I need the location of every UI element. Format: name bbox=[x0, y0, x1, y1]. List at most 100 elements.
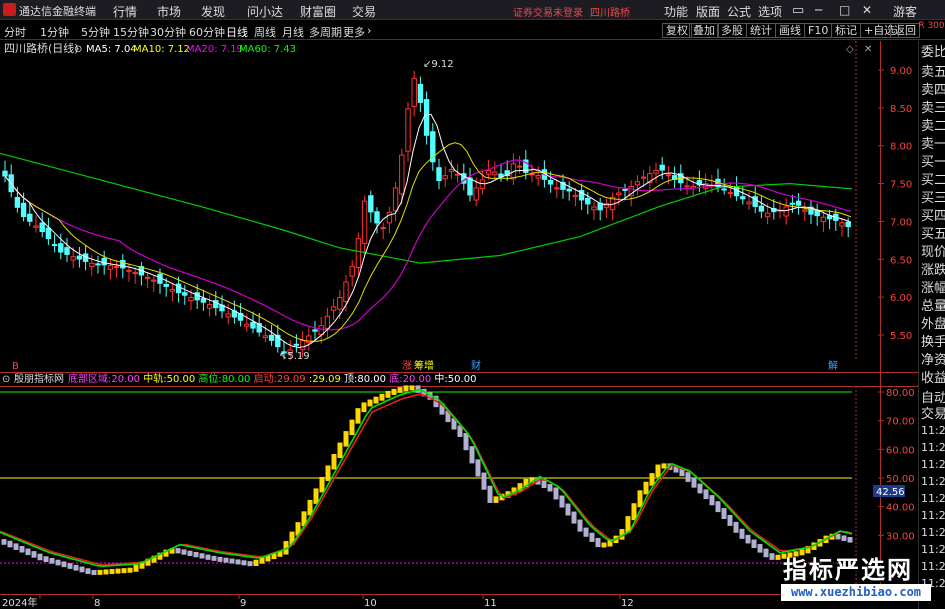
indicator-block bbox=[481, 472, 487, 490]
candle-body bbox=[293, 343, 300, 346]
marker-finance[interactable]: 财 bbox=[471, 359, 481, 372]
indicator-block bbox=[361, 402, 367, 413]
indicator-current-value: 42.56 bbox=[876, 487, 905, 498]
quote-sidebar: 委比 卖五 卖四 卖三 卖二 卖一 买一 买二 买三 买四 买五 现价 涨跌 涨… bbox=[918, 41, 945, 609]
indicator-block bbox=[403, 385, 409, 392]
indicator-block bbox=[133, 564, 139, 572]
indicator-red-line bbox=[0, 393, 853, 566]
chart-canvas[interactable]: 四川路桥(日线) ⊙ MA5: 7.04 MA10: 7.12 MA20: 7.… bbox=[0, 0, 918, 609]
indicator-block bbox=[367, 399, 373, 407]
marker-chip-increase[interactable]: 筹增 bbox=[414, 359, 434, 372]
x-tick-nov: 11 bbox=[484, 598, 497, 609]
indicator-block bbox=[247, 561, 253, 567]
indicator-block bbox=[49, 557, 55, 564]
candle-body bbox=[374, 211, 380, 224]
indicator-block bbox=[13, 543, 19, 550]
price-tick-label: 6.00 bbox=[890, 293, 912, 304]
indicator-block bbox=[73, 564, 79, 571]
indicator-block bbox=[739, 528, 745, 539]
indicator-block bbox=[55, 559, 61, 566]
indicator-block bbox=[7, 540, 13, 548]
indicator-block bbox=[571, 511, 577, 524]
indicator-block bbox=[61, 561, 67, 568]
indicator-block bbox=[253, 559, 259, 566]
indicator-block bbox=[355, 408, 361, 424]
ma60-label: MA60: 7.43 bbox=[239, 44, 296, 55]
indicator-block bbox=[589, 532, 595, 542]
indicator-params: 底部区域:20.00 中轨:50.00 高位:80.00 启动:29.09 :2… bbox=[68, 372, 476, 385]
indicator-block bbox=[127, 567, 133, 573]
candle-body bbox=[126, 269, 132, 272]
indicator-block bbox=[721, 508, 727, 519]
indicator-block bbox=[583, 527, 589, 537]
indicator-tick-label: 60.00 bbox=[886, 445, 915, 456]
indicator-tick-label: 50.00 bbox=[886, 474, 915, 485]
pane-close-icon[interactable]: ✕ bbox=[864, 44, 872, 55]
ma-toggle-icon[interactable]: ⊙ bbox=[74, 44, 82, 55]
marker-limit-up[interactable]: 涨 bbox=[402, 360, 412, 372]
indicator-block bbox=[205, 554, 211, 560]
indicator-block bbox=[343, 431, 349, 447]
candle-body bbox=[318, 325, 324, 336]
candle-body bbox=[27, 213, 33, 222]
price-tick-label: 9.00 bbox=[890, 66, 912, 77]
trade-toggle[interactable]: 交易 bbox=[921, 407, 945, 422]
ma5-line bbox=[4, 113, 852, 349]
candle-body bbox=[182, 292, 188, 296]
candle-body bbox=[423, 99, 430, 136]
indicator-block bbox=[541, 480, 547, 489]
label-turnover: 换手 bbox=[921, 335, 945, 350]
chart-title: 四川路桥(日线) bbox=[4, 41, 79, 55]
indicator-block bbox=[685, 472, 691, 482]
label-bid4: 买四 bbox=[921, 209, 945, 224]
app-window: { "app":{"name":"通达信金融终端","notice":"证券交易… bbox=[0, 0, 945, 609]
indicator-block bbox=[349, 419, 355, 436]
label-bid1: 买一 bbox=[921, 155, 945, 170]
auto-toggle[interactable]: 自动 bbox=[921, 391, 945, 406]
candle-body bbox=[795, 200, 802, 206]
candle-body bbox=[721, 188, 727, 191]
candle-body bbox=[51, 244, 58, 247]
label-ask5: 卖五 bbox=[921, 65, 945, 80]
settings-icon[interactable]: ◇ bbox=[846, 44, 854, 55]
indicator-name[interactable]: 殷朋指标网 bbox=[14, 372, 64, 385]
candle-body bbox=[262, 335, 269, 339]
trade-time: 11:29 bbox=[921, 475, 945, 488]
indicator-block bbox=[757, 544, 763, 553]
label-earnings: 收益 bbox=[921, 371, 945, 386]
candle-body bbox=[349, 265, 355, 277]
candle-body bbox=[120, 259, 126, 269]
indicator-block bbox=[319, 476, 325, 493]
candle-body bbox=[225, 313, 231, 318]
candle-body bbox=[653, 169, 659, 174]
candle-body bbox=[473, 187, 479, 201]
label-net-assets: 净资 bbox=[921, 353, 945, 368]
marker-buy[interactable]: B bbox=[12, 361, 19, 372]
indicator-block bbox=[463, 433, 469, 451]
indicator-block bbox=[121, 568, 127, 574]
indicator-block bbox=[715, 501, 721, 513]
marker-unlock[interactable]: 解 bbox=[828, 359, 838, 372]
trade-time: 11:29 bbox=[921, 424, 945, 437]
indicator-block bbox=[1, 539, 7, 545]
label-ask3: 卖三 bbox=[921, 101, 945, 116]
candle-body bbox=[337, 296, 343, 310]
indicator-block bbox=[79, 566, 85, 573]
candle-body bbox=[250, 321, 256, 329]
candle-body bbox=[789, 202, 796, 205]
indicator-block bbox=[199, 553, 205, 559]
indicator-block bbox=[37, 553, 43, 561]
candle-body bbox=[820, 216, 827, 223]
trade-time: 11:29 bbox=[921, 441, 945, 454]
indicator-block bbox=[709, 495, 715, 506]
watermark-title: 指标严选网 bbox=[783, 556, 913, 584]
ma5-label: MA5: 7.04 bbox=[86, 44, 137, 55]
indicator-block bbox=[469, 446, 475, 464]
candle-body bbox=[585, 198, 591, 205]
candle-body bbox=[33, 225, 39, 228]
label-ask1: 卖一 bbox=[921, 137, 945, 152]
indicator-block bbox=[643, 481, 649, 495]
indicator-block bbox=[325, 465, 331, 481]
indicator-menu-icon[interactable]: ⊙ bbox=[2, 374, 10, 385]
ma20-label: MA20: 7.19 bbox=[186, 44, 243, 55]
